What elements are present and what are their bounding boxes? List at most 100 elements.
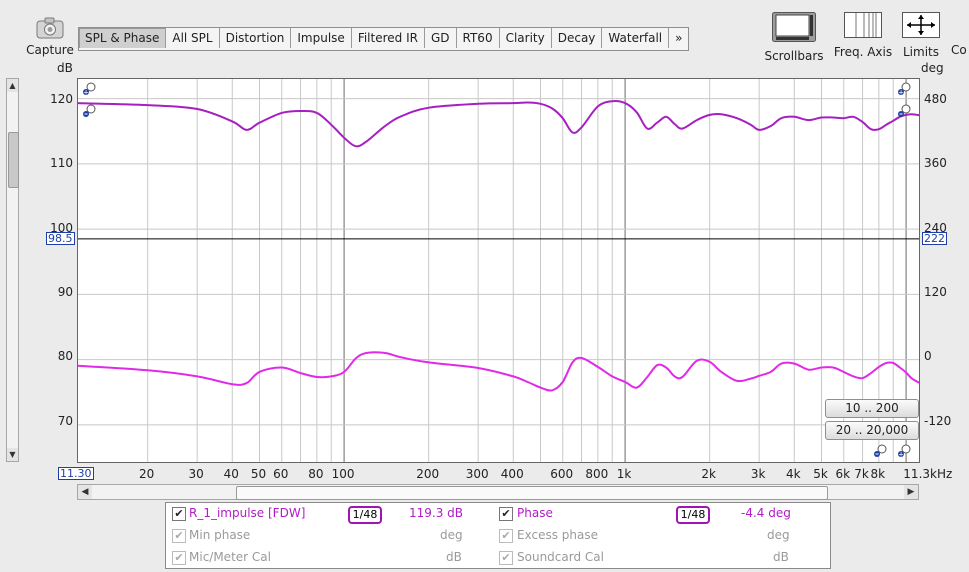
phase-smoothing-badge[interactable]: 1/48 [676, 506, 710, 524]
mic-cal-value: dB [446, 550, 462, 564]
x-tick-label: 50 [250, 467, 267, 481]
capture-button[interactable]: Capture [24, 14, 76, 60]
range-10-200-button[interactable]: 10 .. 200 [825, 399, 919, 418]
freq-axis-label: Freq. Axis [833, 45, 893, 59]
zoom-out-icon[interactable] [897, 104, 911, 118]
freq-axis-button[interactable]: Freq. Axis [833, 12, 893, 59]
tab-distortion[interactable]: Distortion [220, 28, 292, 48]
spl-trace-line [78, 99, 919, 148]
phase-trace-name: Phase [517, 506, 553, 520]
x-tick-label: 8k [870, 467, 886, 481]
zoom-in-icon[interactable]: + [897, 444, 911, 459]
x-tick-label: 600 [550, 467, 574, 481]
limits-button[interactable]: Limits [898, 12, 944, 59]
y2-tick-label: 0 [924, 349, 932, 363]
capture-label: Capture [26, 43, 74, 57]
tab-more[interactable]: » [669, 28, 688, 48]
scroll-down-arrow-icon[interactable]: ▼ [7, 448, 18, 461]
zoom-in-icon[interactable]: + [82, 82, 96, 97]
range-20-20000-button[interactable]: 20 .. 20,000 [825, 421, 919, 440]
x-tick-label: 400 [500, 467, 524, 481]
camera-icon [36, 17, 64, 39]
x-tick-label: 100 [331, 467, 355, 481]
zoom-in-icon[interactable]: + [897, 82, 911, 97]
soundcard-cal-name: Soundcard Cal [517, 550, 604, 564]
x-tick-label: 11.3kHz [903, 467, 953, 481]
spl-smoothing-badge[interactable]: 1/48 [348, 506, 382, 524]
svg-text:+: + [898, 451, 904, 459]
min-phase-value: deg [440, 528, 463, 542]
limits-label: Limits [903, 45, 939, 59]
y-tick-label: 80 [57, 349, 73, 363]
x-tick-label: 40 [223, 467, 239, 481]
phase-trace-line [78, 351, 919, 392]
tab-waterfall[interactable]: Waterfall [602, 28, 670, 48]
plot-canvas [78, 79, 919, 462]
scrollbars-button[interactable]: Scrollbars [763, 12, 825, 63]
spl-phase-plot[interactable] [77, 78, 920, 463]
mic-cal-name: Mic/Meter Cal [189, 550, 271, 564]
freq-axis-icon [844, 12, 882, 38]
soundcard-cal-checkbox[interactable]: ✔ [499, 551, 513, 565]
scroll-left-arrow-icon[interactable]: ◀ [78, 485, 92, 499]
scrollbars-icon [772, 12, 816, 42]
zoom-out-icon[interactable] [873, 444, 887, 458]
scroll-up-arrow-icon[interactable]: ▲ [7, 79, 18, 92]
x-tick-label: 60 [273, 467, 289, 481]
horizontal-scroll-thumb[interactable] [236, 486, 828, 500]
x-start-value: 11.30 [58, 467, 94, 480]
horizontal-scrollbar[interactable]: ◀ ▶ [77, 484, 919, 500]
y2-tick-label: 120 [924, 285, 947, 299]
x-tick-label: 300 [465, 467, 489, 481]
excess-phase-name: Excess phase [517, 528, 598, 542]
tab-decay[interactable]: Decay [552, 28, 603, 48]
x-tick-label: 80 [308, 467, 324, 481]
x-tick-label: 800 [585, 467, 609, 481]
x-tick-label: 20 [139, 467, 155, 481]
svg-text:+: + [898, 89, 904, 97]
spl-trace-checkbox[interactable]: ✔ [172, 507, 186, 521]
vertical-scroll-thumb[interactable] [8, 132, 19, 188]
y2-tick-label: -120 [924, 414, 952, 428]
min-phase-checkbox[interactable]: ✔ [172, 529, 186, 543]
excess-phase-checkbox[interactable]: ✔ [499, 529, 513, 543]
phase-trace-checkbox[interactable]: ✔ [499, 507, 513, 521]
left-axis-unit: dB [57, 61, 73, 75]
vertical-scrollbar[interactable]: ▲ ▼ [6, 78, 19, 462]
mic-cal-checkbox[interactable]: ✔ [172, 551, 186, 565]
tab-spl-phase[interactable]: SPL & Phase [79, 28, 167, 48]
trace-legend: ✔ R_1_impulse [FDW] 1/48 119.3 dB ✔ Phas… [165, 502, 831, 569]
x-tick-label: 2k [701, 467, 716, 481]
scroll-right-arrow-icon[interactable]: ▶ [904, 485, 918, 499]
y2-tick-label: 360 [924, 156, 947, 170]
tab-gd[interactable]: GD [425, 28, 457, 48]
y2-tick-label: 480 [924, 92, 947, 106]
phase-cursor-value: -4.4 deg [741, 506, 791, 520]
limits-icon [902, 12, 940, 38]
x-tick-label: 200 [416, 467, 440, 481]
scrollbars-label: Scrollbars [764, 49, 824, 63]
tab-rt60[interactable]: RT60 [457, 28, 500, 48]
graph-tabs: SPL & Phase All SPL Distortion Impulse F… [78, 27, 690, 51]
min-phase-name: Min phase [189, 528, 251, 542]
svg-text:+: + [83, 89, 89, 97]
x-tick-label: 7k [854, 467, 869, 481]
tab-impulse[interactable]: Impulse [291, 28, 352, 48]
cursor-deg-value: 222 [922, 232, 947, 245]
y-tick-label: 110 [50, 156, 73, 170]
y-tick-label: 70 [57, 414, 73, 428]
tab-all-spl[interactable]: All SPL [166, 28, 220, 48]
controls-button[interactable]: Co [951, 43, 967, 57]
y-tick-label: 120 [50, 92, 73, 106]
right-axis-unit: deg [921, 61, 944, 75]
y-tick-label: 90 [57, 285, 73, 299]
x-tick-label: 4k [785, 467, 801, 481]
cursor-db-value: 98.5 [46, 232, 75, 245]
spl-cursor-value: 119.3 dB [409, 506, 464, 520]
x-tick-label: 1k [616, 467, 632, 481]
zoom-out-icon[interactable] [82, 104, 96, 118]
x-tick-label: 30 [188, 467, 204, 481]
tab-filtered-ir[interactable]: Filtered IR [352, 28, 425, 48]
x-tick-label: 3k [750, 467, 766, 481]
tab-clarity[interactable]: Clarity [500, 28, 552, 48]
